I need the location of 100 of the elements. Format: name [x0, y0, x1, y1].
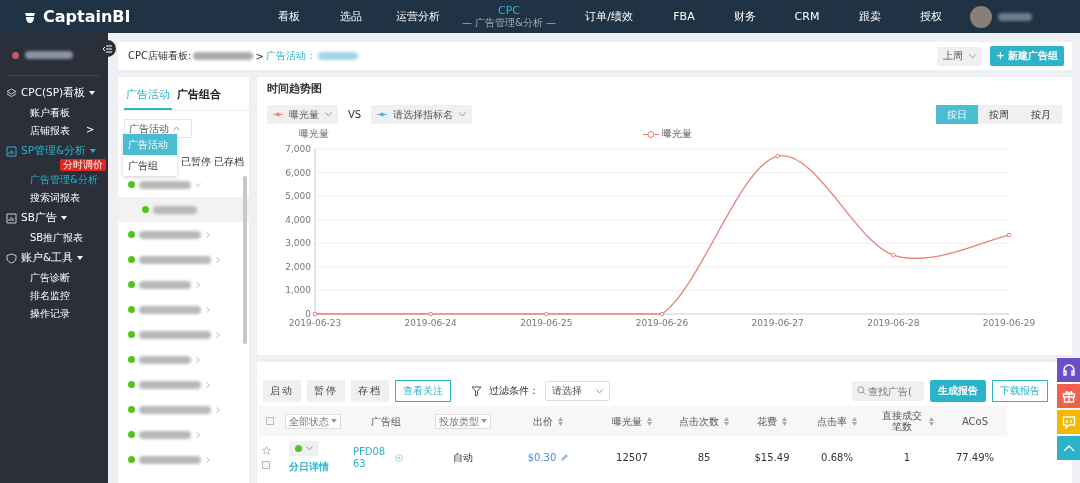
tab[interactable]: 广告组合	[175, 87, 223, 110]
chevron-right-icon[interactable]	[215, 406, 221, 413]
headset-icon	[1061, 363, 1076, 377]
column-filter-select[interactable]: 全部状态	[285, 413, 341, 429]
axis-tick-label: 0	[305, 309, 311, 319]
sort-icon[interactable]	[647, 416, 652, 426]
bid-value[interactable]: $0.30	[527, 452, 557, 463]
sidebar-section[interactable]: CPC(SP)看板	[0, 82, 108, 104]
badge: 分时调价	[60, 159, 106, 171]
table-cell-text: 0.68%	[820, 451, 854, 465]
chevron-right-icon[interactable]	[195, 281, 201, 288]
column-header: 点击次数	[679, 415, 719, 427]
sidebar-item[interactable]: 排名监控	[0, 287, 108, 305]
chevron-down-icon[interactable]	[195, 181, 201, 188]
filter-icon	[471, 385, 483, 397]
sort-icon[interactable]	[724, 416, 729, 426]
nav-item[interactable]: 订单/绩效	[564, 10, 654, 23]
blurred-text	[998, 12, 1032, 21]
sidebar-item[interactable]: 操作记录	[0, 305, 108, 323]
chevron-right-icon[interactable]	[215, 331, 221, 338]
axis-tick-label: 6,000	[285, 167, 311, 178]
nav-item[interactable]: FBA	[654, 10, 714, 23]
nav-item[interactable]: 选品	[320, 10, 382, 23]
nav-item[interactable]: CPC — 广告管理&分析 —	[454, 4, 564, 29]
sort-icon[interactable]	[929, 416, 934, 426]
table-cell-text: 自动	[452, 450, 474, 465]
chevron-right-icon[interactable]	[205, 456, 211, 463]
star-icon[interactable]	[262, 446, 271, 455]
menu-item[interactable]: 广告组	[123, 155, 177, 176]
metric-select[interactable]: 曝光量	[267, 105, 338, 124]
nav-item[interactable]: 财务	[714, 10, 776, 23]
filter-select[interactable]: 请选择	[545, 381, 610, 401]
tree-item[interactable]	[118, 197, 249, 222]
chevron-right-icon[interactable]	[195, 356, 201, 363]
axis-tick-label: 2019-06-29	[982, 318, 1036, 328]
blurred-text	[139, 430, 191, 439]
sidebar-item[interactable]: 广告诊断	[0, 269, 108, 287]
chevron-right-icon[interactable]	[215, 256, 221, 263]
chevron-right-icon[interactable]	[205, 231, 211, 238]
table-cell-text: 85	[696, 451, 712, 465]
chevron-down-icon	[306, 446, 313, 451]
sidebar-section[interactable]: SB广告	[0, 207, 108, 229]
sidebar-item[interactable]: 搜索词报表	[0, 189, 108, 207]
period-select[interactable]: 上周	[937, 46, 983, 66]
blurred-text	[139, 305, 201, 314]
chevron-right-icon[interactable]	[195, 431, 201, 438]
sidebar-item[interactable]: 广告管理&分析	[0, 171, 108, 189]
nav-item[interactable]: 看板	[258, 10, 320, 23]
sidebar-section[interactable]: 账户&工具	[0, 247, 108, 269]
target-icon[interactable]	[395, 453, 403, 462]
sort-icon[interactable]	[558, 416, 563, 426]
nav-item[interactable]: 授权	[902, 10, 960, 23]
blurred-text	[139, 330, 211, 339]
search-field[interactable]: 查找广告(	[852, 381, 924, 401]
chevron-down-icon	[596, 388, 603, 394]
metric-select[interactable]: 请选择指标名	[371, 105, 473, 124]
float-button[interactable]	[1057, 384, 1080, 408]
table-cell-text: 12507	[615, 451, 649, 465]
sort-icon[interactable]	[782, 416, 787, 426]
nav-item[interactable]: CRM	[776, 10, 838, 23]
nav-item[interactable]: 跟卖	[838, 10, 902, 23]
sidebar-item[interactable]: SB推广报表	[0, 229, 108, 247]
user-avatar[interactable]	[970, 5, 992, 28]
float-button[interactable]	[1057, 358, 1080, 382]
caret-icon	[331, 419, 337, 423]
chevron-right-icon[interactable]	[205, 306, 211, 313]
nav-item[interactable]: 运营分析	[382, 10, 454, 23]
table-cell-text: $15.49	[753, 451, 791, 465]
data-point	[891, 252, 896, 258]
caret-icon	[60, 216, 67, 220]
sidebar-item[interactable]: 店铺报表 >	[0, 122, 108, 140]
collapse-menu-icon[interactable]	[103, 44, 112, 53]
status-filters[interactable]: 已暂停 已存档	[181, 154, 249, 170]
column-filter-select[interactable]: 投放类型	[435, 413, 491, 429]
sort-icon[interactable]	[852, 416, 857, 426]
blurred-text	[139, 230, 201, 239]
axis-tick-label: 3,000	[285, 238, 311, 249]
segment-button[interactable]: 按周	[978, 105, 1020, 124]
column-header: 花费	[757, 415, 777, 427]
axis-tick-label: 2019-06-27	[751, 318, 804, 328]
column-header: 点击率	[817, 415, 847, 427]
action-button[interactable]: 存档	[351, 380, 389, 402]
axis-tick-label: 2019-06-26	[635, 318, 689, 328]
sidebar-item[interactable]: 账户看板	[0, 104, 108, 122]
blurred-text	[139, 280, 191, 289]
checkbox[interactable]	[266, 417, 274, 425]
checkbox[interactable]	[262, 461, 270, 469]
chevron-right-icon[interactable]	[205, 381, 211, 388]
axis-tick-label: 1,000	[285, 285, 311, 296]
blurred-text	[139, 405, 211, 414]
status-select[interactable]	[289, 441, 319, 456]
action-button[interactable]: 暂停	[307, 380, 345, 402]
column-header: 直接成交笔数	[881, 410, 923, 432]
segment-button[interactable]: 按月	[1020, 105, 1062, 124]
table-cell-text: 1	[902, 451, 912, 465]
chevron-down-icon	[459, 112, 467, 117]
action-button[interactable]: 启动	[263, 380, 301, 402]
shield-icon	[6, 252, 17, 264]
edit-icon[interactable]	[560, 453, 569, 462]
axis-tick-label: 2,000	[285, 261, 311, 272]
